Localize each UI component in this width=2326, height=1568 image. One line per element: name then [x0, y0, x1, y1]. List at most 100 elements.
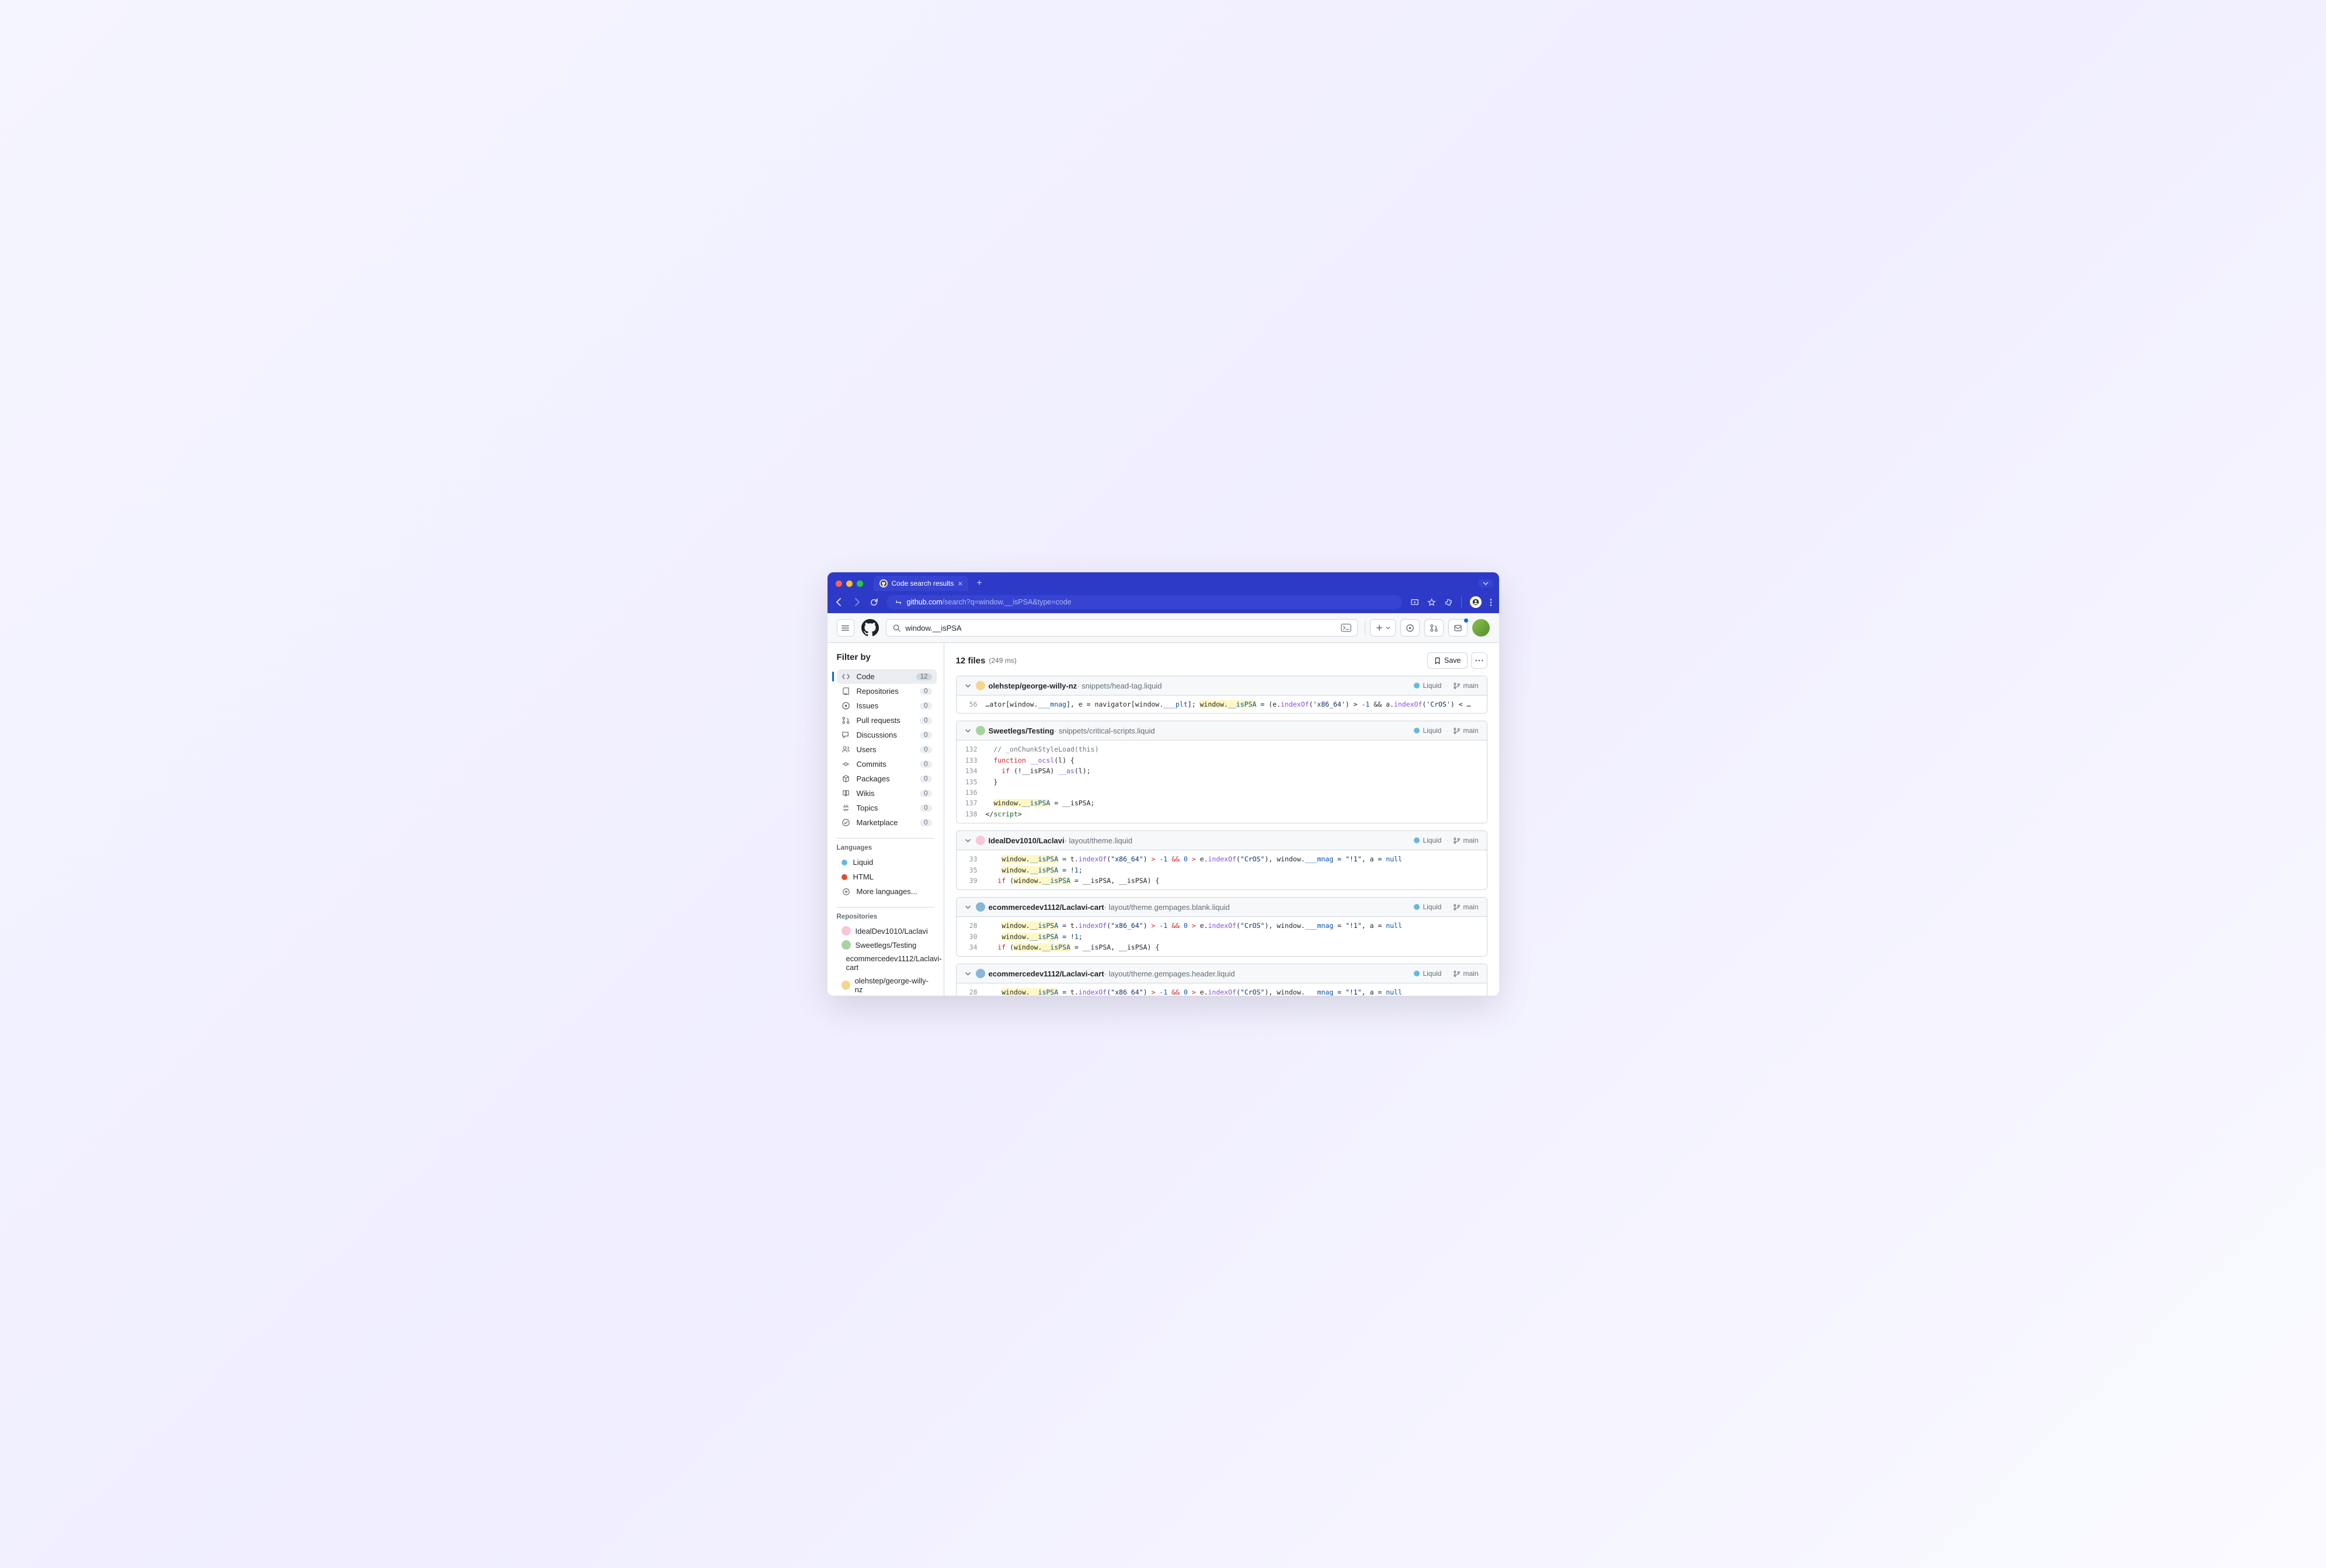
- browser-chrome: Code search results × +: [828, 572, 1499, 613]
- code-line[interactable]: 30 window.__isPSA = !1;: [957, 931, 1487, 942]
- bookmark-icon[interactable]: [1427, 598, 1436, 607]
- tab-overflow-button[interactable]: [1478, 579, 1493, 587]
- window-close-button[interactable]: [836, 580, 842, 587]
- code-line[interactable]: 137 window.__isPSA = __isPSA;: [957, 798, 1487, 808]
- result-repo-link[interactable]: Sweetlegs/Testing: [989, 726, 1054, 735]
- filter-repo[interactable]: ecommercedev1112/Laclavi-cart: [837, 952, 937, 974]
- filter-repo[interactable]: IdealDev1010/Laclavi: [837, 924, 937, 938]
- filter-type-pull-requests[interactable]: Pull requests 0: [837, 713, 937, 728]
- result-path[interactable]: · snippets/critical-scripts.liquid: [1054, 726, 1155, 735]
- result-branch[interactable]: main: [1453, 726, 1478, 735]
- code-text: window.__isPSA = !1;: [986, 931, 1083, 942]
- owner-avatar-icon[interactable]: [976, 726, 985, 735]
- line-number: 56: [965, 699, 986, 710]
- owner-avatar-icon[interactable]: [976, 969, 985, 978]
- code-line[interactable]: 28 window.__isPSA = t.indexOf("x86_64") …: [957, 920, 1487, 931]
- code-line[interactable]: 33 window.__isPSA = t.indexOf("x86_64") …: [957, 854, 1487, 864]
- close-tab-icon[interactable]: ×: [958, 579, 962, 587]
- collapse-icon[interactable]: [965, 728, 971, 734]
- issues-button[interactable]: [1400, 619, 1420, 637]
- collapse-icon[interactable]: [965, 837, 971, 844]
- result-path[interactable]: · layout/theme.liquid: [1065, 836, 1132, 845]
- language-label: HTML: [853, 872, 874, 881]
- result-path[interactable]: · layout/theme.gempages.header.liquid: [1104, 969, 1235, 978]
- type-count: 0: [920, 819, 931, 826]
- code-line[interactable]: 134 if (!__isPSA) __as(l);: [957, 766, 1487, 776]
- browser-menu-icon[interactable]: [1490, 598, 1492, 607]
- hamburger-menu-button[interactable]: [837, 619, 854, 637]
- notifications-button[interactable]: [1448, 619, 1468, 637]
- code-line[interactable]: 135 }: [957, 777, 1487, 787]
- back-button[interactable]: [835, 597, 844, 607]
- code-block: 56 …ator[window.___mnag], e = navigator[…: [957, 696, 1487, 713]
- filter-type-repositories[interactable]: Repositories 0: [837, 684, 937, 698]
- window-minimize-button[interactable]: [846, 580, 853, 587]
- new-tab-button[interactable]: +: [973, 578, 985, 589]
- collapse-icon[interactable]: [965, 904, 971, 910]
- filter-type-code[interactable]: Code 12: [837, 669, 937, 684]
- github-logo-icon[interactable]: [861, 619, 879, 637]
- collapse-icon[interactable]: [965, 971, 971, 977]
- type-count: 0: [920, 790, 931, 797]
- window-maximize-button[interactable]: [857, 580, 863, 587]
- code-line[interactable]: 28 window.__isPSA = t.indexOf("x86_64") …: [957, 987, 1487, 996]
- install-app-icon[interactable]: [1410, 598, 1419, 607]
- result-branch[interactable]: main: [1453, 969, 1478, 978]
- code-line[interactable]: 138 </script>: [957, 809, 1487, 819]
- type-icon: [842, 701, 851, 710]
- owner-avatar-icon[interactable]: [976, 836, 985, 845]
- results-actions: Save: [1427, 652, 1487, 669]
- result-branch[interactable]: main: [1453, 903, 1478, 911]
- result-repo-link[interactable]: IdealDev1010/Laclavi: [989, 836, 1065, 845]
- url-input[interactable]: github.com/search?q=window.__isPSA&type=…: [886, 595, 1402, 609]
- type-filter-group: Code 12 Repositories 0 Issues 0 Pull req…: [837, 669, 944, 830]
- filter-type-packages[interactable]: Packages 0: [837, 771, 937, 786]
- reload-button[interactable]: [870, 598, 878, 607]
- code-line[interactable]: 133 function __ocsl(l) {: [957, 755, 1487, 766]
- result-repo-link[interactable]: olehstep/george-willy-nz: [989, 682, 1077, 690]
- extensions-icon[interactable]: [1444, 598, 1453, 607]
- code-line[interactable]: 35 window.__isPSA = !1;: [957, 865, 1487, 875]
- collapse-icon[interactable]: [965, 683, 971, 689]
- code-line[interactable]: 34 if (window.__isPSA = __isPSA, __isPSA…: [957, 942, 1487, 952]
- sidebar-title: Filter by: [837, 652, 944, 662]
- result-path[interactable]: · layout/theme.gempages.blank.liquid: [1104, 903, 1230, 912]
- owner-avatar-icon[interactable]: [976, 902, 985, 912]
- filter-type-topics[interactable]: Topics 0: [837, 801, 937, 815]
- code-line[interactable]: 39 if (window.__isPSA = __isPSA, __isPSA…: [957, 875, 1487, 886]
- filter-type-marketplace[interactable]: Marketplace 0: [837, 815, 937, 830]
- filter-type-issues[interactable]: Issues 0: [837, 698, 937, 713]
- site-info-icon[interactable]: [895, 599, 902, 606]
- result-repo-link[interactable]: ecommercedev1112/Laclavi-cart: [989, 969, 1104, 978]
- result-branch[interactable]: main: [1453, 682, 1478, 690]
- pull-requests-button[interactable]: [1424, 619, 1444, 637]
- filter-language-liquid[interactable]: Liquid: [837, 855, 937, 870]
- code-line[interactable]: 56 …ator[window.___mnag], e = navigator[…: [957, 699, 1487, 710]
- code-line[interactable]: 132 // _onChunkStyleLoad(this): [957, 744, 1487, 755]
- create-new-button[interactable]: [1370, 619, 1396, 637]
- filter-type-users[interactable]: Users 0: [837, 742, 937, 757]
- traffic-lights: [836, 580, 863, 587]
- browser-tab[interactable]: Code search results ×: [874, 576, 969, 591]
- line-number: 133: [965, 755, 986, 766]
- more-options-button[interactable]: [1471, 652, 1487, 669]
- result-branch[interactable]: main: [1453, 836, 1478, 844]
- result-repo-link[interactable]: ecommercedev1112/Laclavi-cart: [989, 903, 1104, 912]
- filter-type-wikis[interactable]: Wikis 0: [837, 786, 937, 801]
- result-path[interactable]: · snippets/head-tag.liquid: [1077, 682, 1162, 690]
- filter-type-commits[interactable]: Commits 0: [837, 757, 937, 771]
- more-languages-button[interactable]: More languages...: [837, 884, 937, 899]
- forward-button[interactable]: [852, 597, 861, 607]
- user-avatar[interactable]: [1472, 619, 1490, 637]
- profile-avatar-icon[interactable]: [1470, 596, 1482, 608]
- code-line[interactable]: 136: [957, 787, 1487, 798]
- filter-repo[interactable]: olehstep/george-willy-nz: [837, 974, 937, 996]
- owner-avatar-icon[interactable]: [976, 681, 985, 690]
- line-number: 138: [965, 809, 986, 819]
- github-search-input[interactable]: window.__isPSA: [886, 619, 1358, 637]
- filter-type-discussions[interactable]: Discussions 0: [837, 728, 937, 742]
- save-search-button[interactable]: Save: [1427, 652, 1468, 669]
- command-palette-icon[interactable]: [1341, 623, 1351, 633]
- filter-language-html[interactable]: HTML: [837, 870, 937, 884]
- filter-repo[interactable]: Sweetlegs/Testing: [837, 938, 937, 952]
